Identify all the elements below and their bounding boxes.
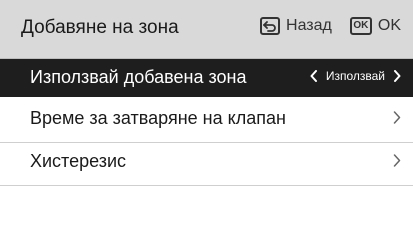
menu-item-use-added-zone[interactable]: Използвай добавена зона Използвай: [0, 59, 413, 97]
menu-item-hysteresis[interactable]: Хистерезис: [0, 140, 413, 186]
ok-label[interactable]: OK: [378, 17, 401, 35]
menu-item-valve-closing-time[interactable]: Време за затваряне на клапан: [0, 97, 413, 143]
return-arrow-glyph: [263, 21, 276, 32]
back-label[interactable]: Назад: [286, 17, 332, 35]
menu-item-label: Използвай добавена зона: [30, 67, 247, 87]
value-selector[interactable]: Използвай: [310, 69, 401, 83]
return-arrow-icon[interactable]: [260, 17, 281, 35]
ok-key-icon[interactable]: OK: [349, 17, 372, 35]
header-actions: Назад OK OK: [260, 17, 401, 35]
menu-item-label: Време за затваряне на клапан: [30, 108, 286, 128]
chevron-left-icon[interactable]: [310, 70, 318, 82]
menu-item-label: Хистерезис: [30, 151, 127, 171]
zone-settings-screen: Добавяне на зона Назад OK OK Използвай д…: [0, 0, 413, 240]
page-title: Добавяне на зона: [21, 17, 179, 38]
selected-value: Използвай: [325, 69, 385, 83]
chevron-right-icon: [393, 111, 401, 124]
chevron-right-icon: [393, 154, 401, 167]
header-bar: Добавяне на зона Назад OK OK: [0, 0, 413, 59]
chevron-right-icon[interactable]: [393, 70, 401, 82]
